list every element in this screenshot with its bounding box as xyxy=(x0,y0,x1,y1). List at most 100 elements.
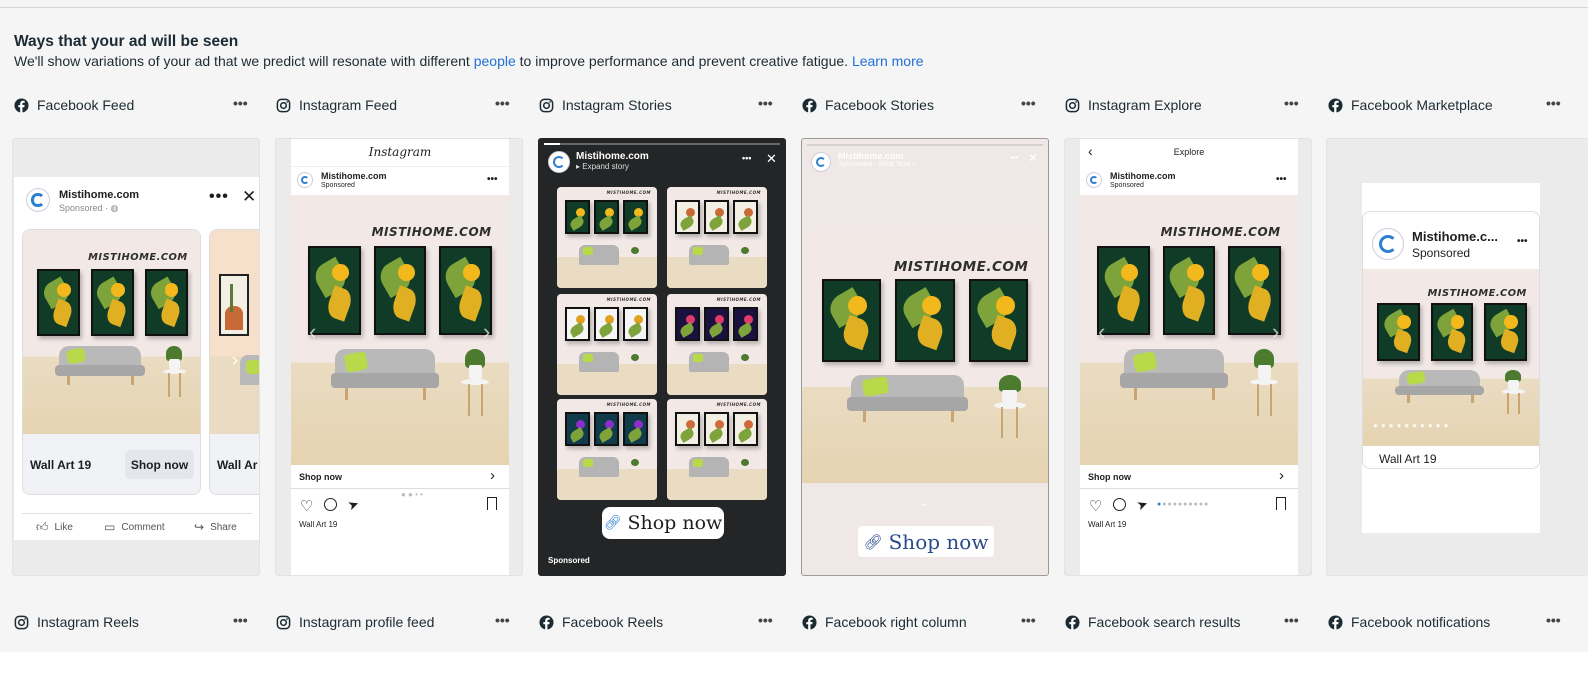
next-row-cards xyxy=(0,652,1588,683)
art-frame xyxy=(675,412,700,446)
more-icon[interactable]: ••• xyxy=(487,174,498,185)
story-art-tile: MISTIHOME.COM xyxy=(557,187,657,288)
share-button[interactable]: ↪ Share xyxy=(194,520,237,534)
art-frame xyxy=(373,246,427,336)
placement-more-icon[interactable]: ••• xyxy=(233,612,248,628)
placement-more-icon[interactable]: ••• xyxy=(1546,612,1561,628)
art-frame xyxy=(675,307,700,341)
placement-instagram-feed: Instagram Feed xyxy=(276,93,397,117)
brand-watermark: MISTIHOME.COM xyxy=(716,402,761,407)
ad-image: MISTIHOME.COM xyxy=(23,230,200,434)
marketplace-listing[interactable]: Mistihome.c... Sponsored ••• MISTIHOME.C… xyxy=(1362,211,1540,469)
art-frame xyxy=(623,307,648,341)
comment-icon[interactable] xyxy=(324,498,337,511)
instagram-explore-post: ‹ Explore Mistihome.com Sponsored ••• MI… xyxy=(1080,139,1298,575)
link-icon: 🔗︎ xyxy=(863,532,883,551)
instagram-icon xyxy=(539,98,554,113)
shop-now-button[interactable]: Shop now xyxy=(125,450,194,479)
send-icon[interactable]: ➤ xyxy=(346,496,362,515)
page-name: Mistihome.com xyxy=(321,171,387,181)
preview-instagram-explore[interactable]: ‹ Explore Mistihome.com Sponsored ••• MI… xyxy=(1064,138,1312,576)
comment-button[interactable]: ▭ Comment xyxy=(104,520,165,534)
art-frame xyxy=(969,278,1029,363)
ad-image: MISTIHOME.COM xyxy=(1363,269,1539,446)
more-icon[interactable]: ••• xyxy=(1517,236,1528,247)
instagram-icon xyxy=(276,615,291,630)
more-icon[interactable]: ••• xyxy=(209,188,229,206)
placement-more-icon[interactable]: ••• xyxy=(495,95,510,111)
sponsored-label: Sponsored xyxy=(1412,246,1471,260)
art-frame xyxy=(565,200,590,234)
placement-instagram-reels: Instagram Reels xyxy=(14,610,139,634)
placement-label: Facebook Marketplace xyxy=(1351,97,1493,113)
preview-instagram-stories[interactable]: Mistihome.com ▸ Expand story ••• ✕ MISTI… xyxy=(538,138,786,576)
placement-more-icon[interactable]: ••• xyxy=(233,95,248,111)
instagram-post: Instagram Mistihome.com Sponsored ••• MI… xyxy=(291,139,509,575)
more-icon[interactable]: ••• xyxy=(1276,174,1287,185)
placement-label: Facebook right column xyxy=(825,614,967,630)
page-avatar xyxy=(548,151,570,173)
comment-icon[interactable] xyxy=(1113,498,1126,511)
placement-more-icon[interactable]: ••• xyxy=(1021,95,1036,111)
expand-story[interactable]: ▸ Expand story xyxy=(576,162,629,171)
placement-facebook-notifications: Facebook notifications xyxy=(1328,610,1490,634)
placement-more-icon[interactable]: ••• xyxy=(758,612,773,628)
preview-facebook-feed[interactable]: Mistihome.com Sponsored · ◍ ••• ✕ MISTIH… xyxy=(12,138,260,576)
carousel-prev-icon[interactable]: ‹ xyxy=(309,319,316,345)
close-icon[interactable]: ✕ xyxy=(242,187,256,207)
placement-more-icon[interactable]: ••• xyxy=(1546,95,1561,111)
art-frame xyxy=(895,278,955,363)
carousel-card-1[interactable]: MISTIHOME.COM Wall Art 19 Shop now xyxy=(22,229,201,495)
art-frame xyxy=(675,200,700,234)
shop-now-button[interactable]: 🔗︎ Shop now xyxy=(602,507,724,539)
art-frame xyxy=(594,307,619,341)
send-icon[interactable]: ➤ xyxy=(1135,496,1151,515)
placement-facebook-reels: Facebook Reels xyxy=(539,610,663,634)
page-avatar xyxy=(26,188,50,212)
close-icon[interactable]: ✕ xyxy=(1028,151,1038,165)
preview-instagram-feed[interactable]: Instagram Mistihome.com Sponsored ••• MI… xyxy=(275,138,523,576)
preview-facebook-stories[interactable]: Mistihome.com Sponsored · Shop Now › •••… xyxy=(801,138,1049,576)
art-frame xyxy=(1430,302,1474,362)
placement-label: Instagram Explore xyxy=(1088,97,1202,113)
learn-more-link[interactable]: Learn more xyxy=(852,53,924,69)
carousel-next-icon[interactable]: › xyxy=(483,319,490,345)
placement-more-icon[interactable]: ••• xyxy=(495,612,510,628)
close-icon[interactable]: ✕ xyxy=(766,151,777,167)
brand-watermark: MISTIHOME.COM xyxy=(88,252,188,264)
placement-label: Instagram Stories xyxy=(562,97,672,113)
carousel-card-2[interactable]: › Wall Ar xyxy=(209,229,259,495)
placement-more-icon[interactable]: ••• xyxy=(758,95,773,111)
bookmark-icon[interactable] xyxy=(1276,497,1286,510)
bookmark-icon[interactable] xyxy=(487,497,497,510)
desc-text-1: We'll show variations of your ad that we… xyxy=(14,53,474,69)
preview-facebook-marketplace[interactable]: Mistihome.c... Sponsored ••• MISTIHOME.C… xyxy=(1326,138,1588,576)
people-link[interactable]: people xyxy=(474,53,516,69)
more-icon[interactable]: ••• xyxy=(1010,153,1018,162)
carousel-next-icon[interactable]: › xyxy=(232,350,238,371)
placement-row-bottom: Instagram Reels ••• Instagram profile feed… xyxy=(0,610,1588,634)
shop-now-bar[interactable]: Shop now xyxy=(299,472,342,482)
page-avatar xyxy=(297,172,313,188)
placement-more-icon[interactable]: ••• xyxy=(1021,612,1036,628)
placement-more-icon[interactable]: ••• xyxy=(1284,612,1299,628)
more-icon[interactable]: ••• xyxy=(742,153,751,163)
caption-product: Wall Art 19 xyxy=(1088,520,1127,529)
shop-now-bar[interactable]: Shop now xyxy=(1088,472,1131,482)
section-title: Ways that your ad will be seen xyxy=(14,33,239,50)
sofa-illustration xyxy=(847,374,969,423)
placement-more-icon[interactable]: ••• xyxy=(1284,95,1299,111)
carousel-next-icon[interactable]: › xyxy=(1272,319,1279,345)
placement-instagram-stories: Instagram Stories xyxy=(539,93,672,117)
heart-icon[interactable]: ♡ xyxy=(300,497,313,515)
page-avatar xyxy=(811,152,831,172)
shop-now-button[interactable]: 🔗︎ Shop now xyxy=(858,526,994,557)
caption-product: Wall Art 19 xyxy=(299,520,338,529)
page-name: Mistihome.com xyxy=(838,151,904,161)
heart-icon[interactable]: ♡ xyxy=(1089,497,1102,515)
carousel-prev-icon[interactable]: ‹ xyxy=(1098,319,1105,345)
art-frame xyxy=(733,200,758,234)
like-button[interactable]: 👍︎ Like xyxy=(36,520,73,535)
ad-image: MISTIHOME.COM xyxy=(802,231,1048,483)
sofa-illustration xyxy=(1394,369,1485,404)
